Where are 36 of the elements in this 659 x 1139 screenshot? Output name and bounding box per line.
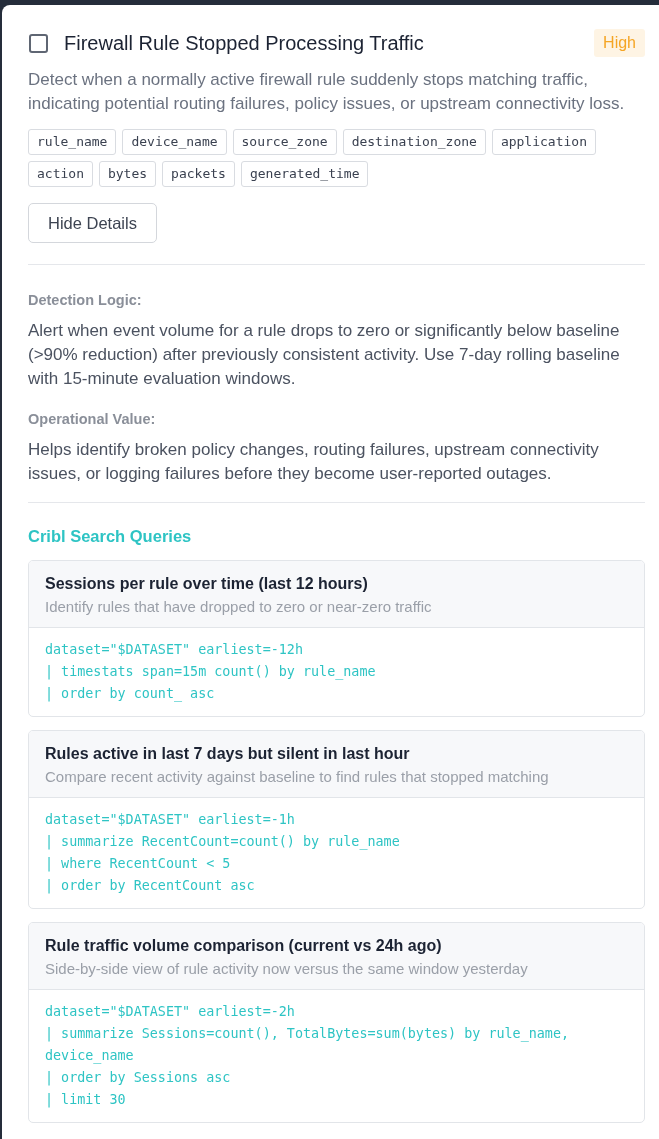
- section-text: Helps identify broken policy changes, routing failures, upstream connectivity issues, or logging failures before they become user-reported outages.: [28, 439, 600, 485]
- code-line: | order by RecentCount asc: [45, 877, 256, 896]
- code-line: | summarize RecentCount=count() by rule_name: [45, 833, 401, 852]
- severity-badge: High: [594, 29, 645, 57]
- field-tag: rule_name: [28, 129, 117, 155]
- code-line: dataset="$DATASET" earliest=-1h: [45, 811, 296, 829]
- query-description: Compare recent activity against baseline to find rules that stopped matching: [45, 767, 550, 787]
- field-tag: destination_zone: [342, 129, 486, 155]
- section-heading: Cribl Search Queries: [28, 526, 193, 547]
- code-line: | order by count_ asc: [45, 685, 216, 704]
- field-tag: application: [491, 129, 596, 155]
- field-tag: source_zone: [232, 129, 337, 155]
- code-line: | limit 30: [45, 1091, 127, 1110]
- field-tag: device_name: [122, 129, 227, 155]
- code-line: | order by Sessions asc: [45, 1069, 232, 1088]
- code-line: | timestats span=15m count() by rule_name: [45, 663, 377, 682]
- query-description: Side-by-side view of rule activity now versus the same window yesterday: [45, 959, 529, 979]
- code-line: | where RecentCount < 5: [45, 855, 232, 874]
- code-line: dataset="$DATASET" earliest=-12h: [45, 641, 304, 659]
- field-tag: packets: [162, 161, 235, 187]
- query-title: Rules active in last 7 days but silent in last hour: [45, 744, 411, 764]
- field-tag: action: [28, 161, 93, 187]
- code-line: | summarize Sessions=count(), TotalBytes=sum(bytes) by rule_name, device_name: [45, 1025, 571, 1066]
- code-line: dataset="$DATASET" earliest=-2h: [45, 1003, 296, 1021]
- query-title: Sessions per rule over time (last 12 hours): [45, 574, 369, 594]
- hide-details-button[interactable]: Hide Details: [28, 203, 157, 243]
- query-title: Rule traffic volume comparison (current vs 24h ago): [45, 936, 443, 956]
- section-label: Operational Value:: [28, 410, 157, 429]
- section-label: Detection Logic:: [28, 291, 143, 310]
- rule-title: Firewall Rule Stopped Processing Traffic: [64, 31, 425, 55]
- field-tag: generated_time: [240, 161, 369, 187]
- section-text: Alert when event volume for a rule drops to zero or significantly below baseline (>90% reduction) after previously consistent activity. Use 7-day rolling baseline with 15-minute evaluation windows.: [28, 320, 621, 390]
- rule-description: Detect when a normally active firewall rule suddenly stops matching traffic, indicating potential routing failures, policy issues, or upstream connectivity loss.: [28, 69, 626, 115]
- checkbox[interactable]: [29, 33, 48, 53]
- field-tag: bytes: [98, 161, 157, 187]
- query-description: Identify rules that have dropped to zero or near-zero traffic: [45, 597, 433, 617]
